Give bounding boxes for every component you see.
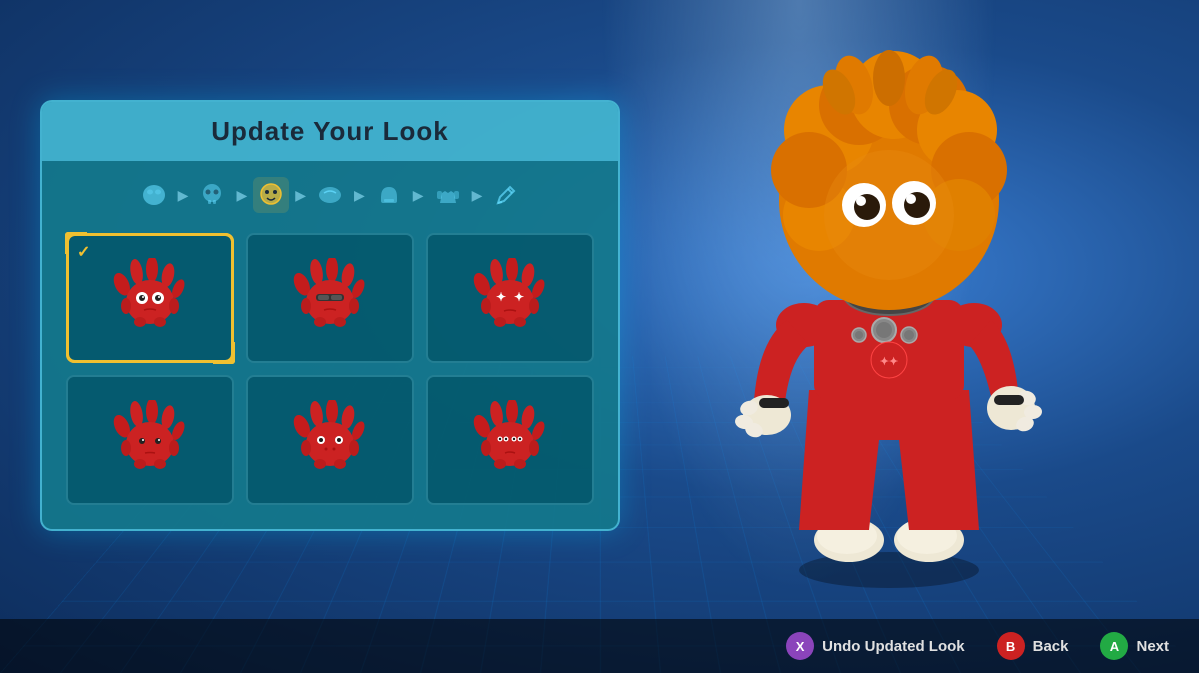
svg-text:✦: ✦: [514, 290, 524, 304]
bottom-bar: X Undo Updated Look B Back A Next: [0, 619, 1199, 673]
creature-4-image: [110, 400, 190, 480]
step-edit-icon[interactable]: [488, 177, 524, 213]
step-skull-icon[interactable]: [194, 177, 230, 213]
customization-panel: Update Your Look ▶ ▶ ▶ ▶ ▶ ▶: [40, 100, 620, 531]
undo-button[interactable]: X Undo Updated Look: [786, 632, 965, 660]
b-button-circle: B: [997, 632, 1025, 660]
svg-text:✦: ✦: [496, 290, 506, 304]
creature-2-image: [290, 258, 370, 338]
step-face-icon[interactable]: [253, 177, 289, 213]
creature-3-image: ✦ ✦: [470, 258, 550, 338]
selected-checkmark: ✓: [77, 242, 90, 262]
character-display-area: ✦✦: [639, 20, 1139, 620]
step-arrow-5: ▶: [413, 187, 424, 204]
undo-label: Undo Updated Look: [822, 638, 965, 655]
creature-cell-1[interactable]: ✓: [66, 233, 234, 363]
creature-cell-6[interactable]: [426, 375, 594, 505]
creature-1-image: [110, 258, 190, 338]
step-helmet-icon[interactable]: [371, 177, 407, 213]
step-body-icon[interactable]: [136, 177, 172, 213]
panel-title: Update Your Look: [211, 116, 449, 146]
step-arrow-4: ▶: [354, 187, 365, 204]
panel-header: Update Your Look: [42, 102, 618, 161]
back-label: Back: [1033, 638, 1069, 655]
next-button[interactable]: A Next: [1100, 632, 1169, 660]
svg-text:✦✦: ✦✦: [880, 356, 898, 368]
step-navigation: ▶ ▶ ▶ ▶ ▶ ▶: [42, 161, 618, 225]
step-arrow-3: ▶: [295, 187, 306, 204]
creature-5-image: [290, 400, 370, 480]
back-button[interactable]: B Back: [997, 632, 1069, 660]
x-button-circle: X: [786, 632, 814, 660]
step-arrow-6: ▶: [472, 187, 483, 204]
step-suit-icon[interactable]: [430, 177, 466, 213]
a-button-circle: A: [1100, 632, 1128, 660]
creature-cell-2[interactable]: [246, 233, 414, 363]
creature-cell-3[interactable]: ✦ ✦: [426, 233, 594, 363]
step-mask-icon[interactable]: [312, 177, 348, 213]
creature-cell-4[interactable]: [66, 375, 234, 505]
step-arrow-1: ▶: [178, 187, 189, 204]
step-arrow-2: ▶: [236, 187, 247, 204]
next-label: Next: [1136, 638, 1169, 655]
character-svg: ✦✦: [699, 40, 1079, 600]
creature-cell-5[interactable]: [246, 375, 414, 505]
bracket-br: [213, 342, 235, 364]
creature-grid: ✓: [42, 225, 618, 505]
creature-6-image: [470, 400, 550, 480]
